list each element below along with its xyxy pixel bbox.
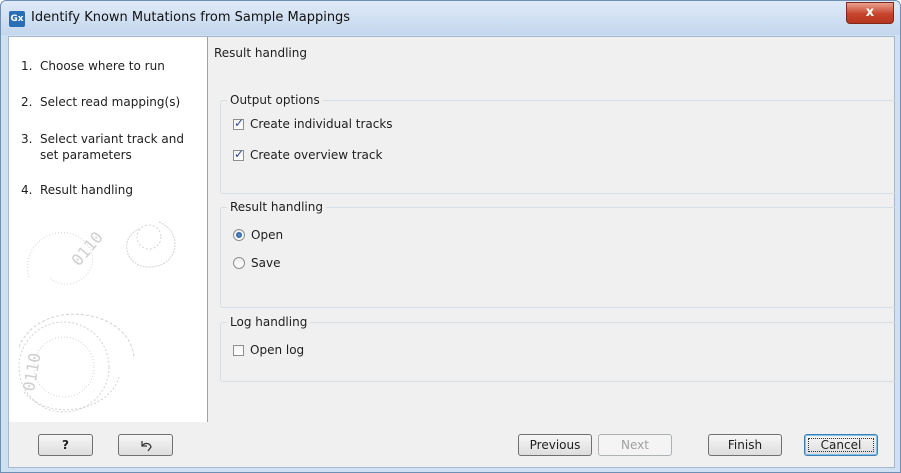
step-number: 2. — [21, 95, 33, 109]
section-title: Result handling — [214, 46, 307, 60]
wizard-steps-panel: 1. Choose where to run 2. Select read ma… — [9, 37, 208, 422]
reset-button[interactable] — [118, 434, 173, 456]
result-handling-group: Result handling Open Save — [220, 200, 897, 308]
dialog-window: Gx Identify Known Mutations from Sample … — [0, 0, 901, 473]
reset-arrow-icon — [140, 441, 152, 452]
checkbox-label: Create individual tracks — [250, 117, 393, 131]
result-handling-panel: Result handling Output options Create in… — [208, 37, 897, 422]
radio-label: Save — [251, 256, 281, 270]
group-title: Output options — [227, 93, 323, 107]
checkbox-checked-icon[interactable] — [233, 147, 244, 161]
title-bar[interactable]: Gx Identify Known Mutations from Sample … — [1, 1, 900, 35]
radio-selected-icon[interactable] — [233, 229, 245, 241]
finish-button[interactable]: Finish — [708, 434, 782, 456]
help-icon: ? — [62, 438, 69, 452]
cancel-button[interactable]: Cancel — [804, 434, 878, 456]
next-button[interactable]: Next — [598, 434, 672, 456]
window-title: Identify Known Mutations from Sample Map… — [31, 10, 351, 25]
save-radio[interactable]: Save — [233, 255, 280, 271]
step-number: 3. — [21, 132, 33, 146]
log-handling-group: Log handling Open log — [220, 315, 897, 382]
step-label: Select variant track and set parameters — [40, 132, 184, 162]
step-number: 1. — [21, 59, 33, 73]
close-icon: x — [865, 5, 875, 20]
output-options-group: Output options Create individual tracks … — [220, 93, 897, 194]
create-individual-tracks-checkbox[interactable]: Create individual tracks — [233, 116, 393, 132]
create-overview-track-checkbox[interactable]: Create overview track — [233, 147, 382, 163]
dialog-footer: ? Previous Next Finish Cancel — [9, 423, 894, 467]
step-label: Result handling — [40, 183, 133, 197]
app-icon: Gx — [9, 11, 25, 27]
dialog-body: 1. Choose where to run 2. Select read ma… — [8, 36, 897, 468]
radio-unselected-icon[interactable] — [233, 257, 245, 269]
checkbox-checked-icon[interactable] — [233, 116, 244, 130]
open-log-checkbox[interactable]: Open log — [233, 342, 304, 358]
step-label: Choose where to run — [40, 59, 165, 73]
focus-ring — [808, 438, 874, 452]
close-button[interactable]: x — [846, 2, 894, 24]
group-title: Log handling — [227, 315, 311, 329]
previous-button[interactable]: Previous — [518, 434, 592, 456]
step-label: Select read mapping(s) — [40, 95, 181, 109]
checkbox-label: Open log — [250, 343, 305, 357]
group-title: Result handling — [227, 200, 326, 214]
help-button[interactable]: ? — [38, 434, 93, 456]
step-number: 4. — [21, 183, 33, 197]
checkbox-label: Create overview track — [250, 148, 383, 162]
radio-label: Open — [251, 228, 284, 242]
open-radio[interactable]: Open — [233, 227, 283, 243]
svg-text:0110: 0110 — [19, 351, 44, 392]
checkbox-unchecked-icon[interactable] — [233, 344, 244, 356]
binary-spiral-watermark-icon: 0110 0110 — [18, 221, 176, 413]
